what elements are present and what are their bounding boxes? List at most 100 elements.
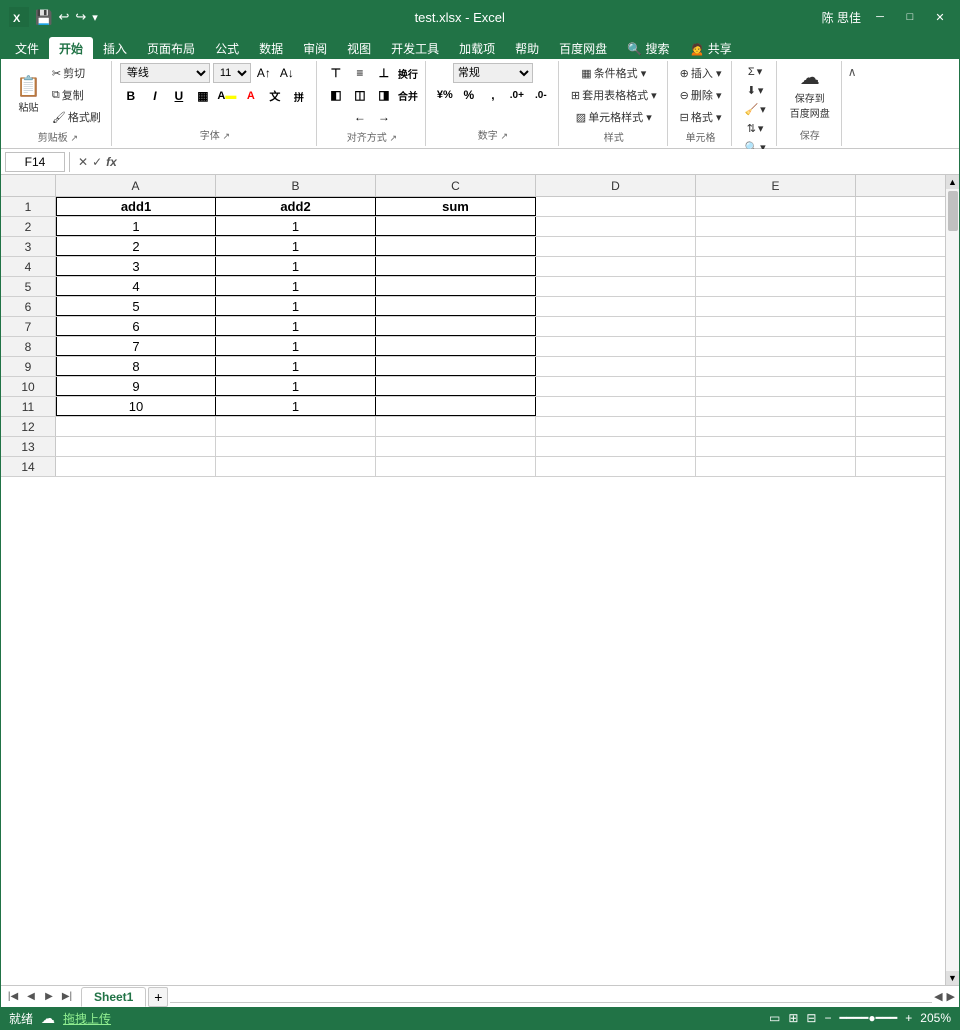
cell-C1[interactable]: sum [376, 197, 536, 216]
font-color-button[interactable]: A [240, 86, 262, 106]
collapse-ribbon-button[interactable]: ∧ [848, 65, 857, 79]
copy-button[interactable]: ⧉ 复制 [48, 85, 105, 105]
sheet-next-button[interactable]: ▶ [41, 989, 57, 1005]
underline-button[interactable]: U [168, 86, 190, 106]
cell-C9[interactable] [376, 357, 536, 376]
view-layout-icon[interactable]: ⊞ [788, 1011, 798, 1025]
zoom-slider[interactable]: ━━━━●━━━ [839, 1011, 897, 1025]
number-format-select[interactable]: 常规 [453, 63, 533, 83]
row-header-6[interactable]: 6 [1, 297, 56, 316]
align-center-button[interactable]: ◫ [349, 85, 371, 105]
cell-A12[interactable] [56, 417, 216, 436]
zoom-in-button[interactable]: + [905, 1011, 912, 1025]
tab-file[interactable]: 文件 [5, 37, 49, 59]
cell-E14[interactable] [696, 457, 856, 476]
tab-page-layout[interactable]: 页面布局 [137, 37, 205, 59]
cell-C8[interactable] [376, 337, 536, 356]
col-header-a[interactable]: A [56, 175, 216, 196]
cell-D8[interactable] [536, 337, 696, 356]
save-baidu-button[interactable]: ☁ 保存到百度网盘 [785, 66, 835, 122]
cell-A9[interactable]: 8 [56, 357, 216, 376]
paste-button[interactable]: 📋 粘贴 [11, 67, 46, 123]
cell-C3[interactable] [376, 237, 536, 256]
quick-save-icon[interactable]: 💾 [35, 9, 52, 26]
row-header-13[interactable]: 13 [1, 437, 56, 456]
cut-button[interactable]: ✂ 剪切 [48, 63, 105, 83]
merge-button[interactable]: 合并 [397, 85, 419, 105]
cell-D4[interactable] [536, 257, 696, 276]
cell-E6[interactable] [696, 297, 856, 316]
fill-button[interactable]: ⬇ ▾ [743, 82, 768, 99]
format-button[interactable]: ⊟ 格式 ▾ [676, 107, 726, 127]
cell-D13[interactable] [536, 437, 696, 456]
insert-function-icon[interactable]: fx [106, 155, 117, 169]
col-header-d[interactable]: D [536, 175, 696, 196]
border-button[interactable]: ▦ [192, 86, 214, 106]
row-header-10[interactable]: 10 [1, 377, 56, 396]
scroll-thumb[interactable] [948, 191, 958, 231]
cell-E11[interactable] [696, 397, 856, 416]
cell-D3[interactable] [536, 237, 696, 256]
cell-C11[interactable] [376, 397, 536, 416]
sheet-prev-button[interactable]: ◀ [23, 989, 39, 1005]
row-header-2[interactable]: 2 [1, 217, 56, 236]
align-middle-button[interactable]: ≡ [349, 63, 371, 83]
cell-D7[interactable] [536, 317, 696, 336]
row-header-4[interactable]: 4 [1, 257, 56, 276]
cell-A10[interactable]: 9 [56, 377, 216, 396]
tab-addins[interactable]: 加载项 [449, 37, 505, 59]
vertical-scrollbar[interactable]: ▲ ▼ [945, 175, 959, 985]
tab-home[interactable]: 开始 [49, 37, 93, 59]
increase-indent-button[interactable]: → [373, 107, 395, 127]
cell-B1[interactable]: add2 [216, 197, 376, 216]
cell-A2[interactable]: 1 [56, 217, 216, 236]
tab-data[interactable]: 数据 [249, 37, 293, 59]
cell-D2[interactable] [536, 217, 696, 236]
sheet-tab-sheet1[interactable]: Sheet1 [81, 987, 146, 1007]
cancel-formula-icon[interactable]: ✕ [78, 155, 88, 169]
conditional-format-button[interactable]: ▦ 条件格式 ▾ [577, 63, 650, 83]
cell-E8[interactable] [696, 337, 856, 356]
cell-style-button[interactable]: ▨ 单元格样式 ▾ [572, 107, 656, 127]
col-header-c[interactable]: C [376, 175, 536, 196]
comma-button[interactable]: , [482, 85, 504, 105]
cell-B9[interactable]: 1 [216, 357, 376, 376]
scroll-up-button[interactable]: ▲ [946, 175, 960, 189]
scroll-down-button[interactable]: ▼ [946, 971, 960, 985]
decimal-increase-button[interactable]: .0+ [506, 85, 528, 105]
cell-B5[interactable]: 1 [216, 277, 376, 296]
row-header-9[interactable]: 9 [1, 357, 56, 376]
format-painter-button[interactable]: 🖌 格式刷 [48, 107, 105, 127]
cell-A4[interactable]: 3 [56, 257, 216, 276]
tab-developer[interactable]: 开发工具 [381, 37, 449, 59]
zoom-out-button[interactable]: − [824, 1011, 831, 1025]
decrease-indent-button[interactable]: ← [349, 107, 371, 127]
cell-A5[interactable]: 4 [56, 277, 216, 296]
font-size-select[interactable]: 11 [213, 63, 251, 83]
align-left-button[interactable]: ◧ [325, 85, 347, 105]
autosum-button[interactable]: Σ ▾ [744, 63, 766, 80]
fill-color-button[interactable]: A▬ [216, 86, 238, 106]
insert-button[interactable]: ⊕ 插入 ▾ [676, 63, 726, 83]
tab-review[interactable]: 审阅 [293, 37, 337, 59]
decimal-decrease-button[interactable]: .0- [530, 85, 552, 105]
cell-A3[interactable]: 2 [56, 237, 216, 256]
cell-C12[interactable] [376, 417, 536, 436]
cell-B13[interactable] [216, 437, 376, 456]
tab-help[interactable]: 帮助 [505, 37, 549, 59]
cell-A11[interactable]: 10 [56, 397, 216, 416]
redo-icon[interactable]: ↪ [75, 9, 86, 25]
row-header-12[interactable]: 12 [1, 417, 56, 436]
cell-D14[interactable] [536, 457, 696, 476]
tab-baidu[interactable]: 百度网盘 [549, 37, 617, 59]
tab-search[interactable]: 🔍 搜索 [617, 37, 679, 59]
cell-E1[interactable] [696, 197, 856, 216]
cell-D5[interactable] [536, 277, 696, 296]
wrap-text-button[interactable]: 换行 [397, 63, 419, 83]
cell-E12[interactable] [696, 417, 856, 436]
cell-reference-input[interactable] [5, 152, 65, 172]
decrease-font-icon[interactable]: A↓ [277, 64, 297, 82]
cell-E5[interactable] [696, 277, 856, 296]
cell-D12[interactable] [536, 417, 696, 436]
maximize-button[interactable]: □ [899, 6, 921, 28]
